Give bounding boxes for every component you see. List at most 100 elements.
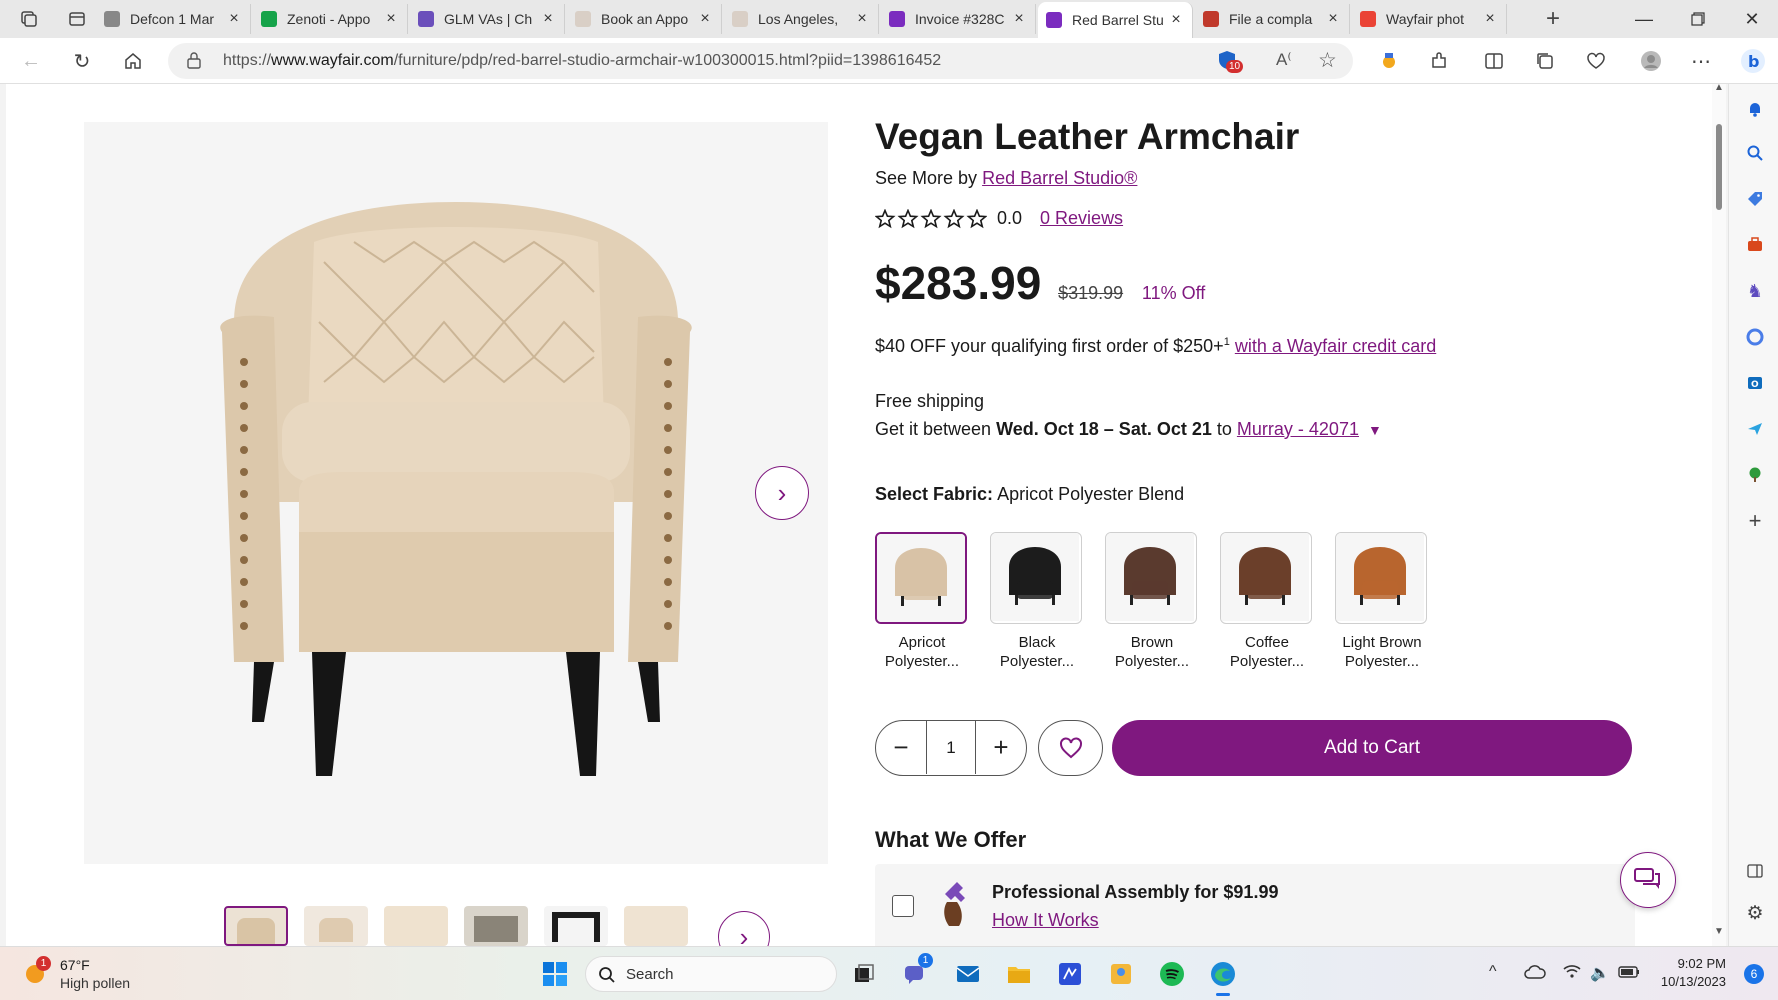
weather-widget[interactable]: 1 67°F High pollen xyxy=(22,955,142,995)
photos-app-icon[interactable] xyxy=(1106,959,1136,989)
fabric-swatch[interactable] xyxy=(1105,532,1197,624)
chevron-down-icon[interactable]: ▼ xyxy=(1368,422,1382,438)
task-view-icon[interactable] xyxy=(849,959,879,989)
credit-card-link[interactable]: with a Wayfair credit card xyxy=(1235,336,1436,356)
extensions-icon[interactable] xyxy=(1424,46,1454,76)
teams-chat-icon[interactable]: 1 xyxy=(900,953,933,989)
product-main-image[interactable] xyxy=(84,122,828,864)
hide-sidebar-icon[interactable] xyxy=(1744,860,1766,882)
how-it-works-link[interactable]: How It Works xyxy=(992,910,1099,931)
fabric-swatch[interactable] xyxy=(1335,532,1427,624)
extension-shield-icon[interactable]: 10 xyxy=(1216,49,1244,75)
thumbnail-6[interactable] xyxy=(624,906,688,946)
image-next-button[interactable]: › xyxy=(755,466,809,520)
volume-icon[interactable]: 🔈 xyxy=(1590,963,1610,983)
tab-close-icon[interactable]: × xyxy=(697,10,713,28)
close-window-button[interactable]: ✕ xyxy=(1732,6,1772,32)
assembly-checkbox[interactable] xyxy=(892,895,914,917)
more-options-icon[interactable]: ⋯ xyxy=(1686,46,1716,76)
tab-close-icon[interactable]: × xyxy=(226,10,242,28)
microsoft365-icon[interactable] xyxy=(1744,326,1766,348)
fabric-swatch[interactable] xyxy=(1220,532,1312,624)
tree-icon[interactable] xyxy=(1744,464,1766,486)
read-aloud-icon[interactable]: A⁽ xyxy=(1276,50,1292,70)
tab-actions-icon[interactable] xyxy=(62,4,92,34)
thumbnail-1[interactable] xyxy=(224,906,288,946)
edge-browser-icon[interactable] xyxy=(1208,959,1238,996)
browser-tab[interactable]: Zenoti - Appo × xyxy=(253,4,408,34)
sidebar-settings-gear-icon[interactable]: ⚙ xyxy=(1744,902,1766,924)
show-hidden-icons-chevron-icon[interactable]: ^ xyxy=(1489,963,1497,981)
tab-close-icon[interactable]: × xyxy=(1325,10,1341,28)
file-explorer-icon[interactable] xyxy=(1004,959,1034,989)
shopping-tag-icon[interactable] xyxy=(1744,188,1766,210)
lock-icon[interactable] xyxy=(186,51,202,74)
fabric-swatch[interactable] xyxy=(875,532,967,624)
restore-button[interactable] xyxy=(1678,6,1718,32)
collections-icon[interactable] xyxy=(1530,46,1560,76)
new-tab-button[interactable]: + xyxy=(1538,4,1568,34)
mail-icon[interactable] xyxy=(953,959,983,989)
browser-tab[interactable]: File a compla × xyxy=(1195,4,1350,34)
fabric-swatch[interactable] xyxy=(990,532,1082,624)
tools-briefcase-icon[interactable] xyxy=(1744,234,1766,256)
browser-tab[interactable]: GLM VAs | Ch × xyxy=(410,4,565,34)
thumbnail-4[interactable] xyxy=(464,906,528,946)
notifications-bell-icon[interactable] xyxy=(1744,98,1766,120)
games-chess-icon[interactable]: ♞ xyxy=(1744,280,1766,302)
quantity-value[interactable]: 1 xyxy=(926,721,976,774)
rewards-icon[interactable] xyxy=(1374,46,1404,76)
tab-close-icon[interactable]: × xyxy=(1482,10,1498,28)
browser-tab[interactable]: Invoice #328C × xyxy=(881,4,1036,34)
tab-close-icon[interactable]: × xyxy=(1011,10,1027,28)
browser-tab[interactable]: Wayfair phot × xyxy=(1352,4,1507,34)
tab-close-icon[interactable]: × xyxy=(540,10,556,28)
start-button[interactable] xyxy=(540,959,570,989)
add-to-cart-button[interactable]: Add to Cart xyxy=(1112,720,1632,776)
chat-support-button[interactable] xyxy=(1620,852,1676,908)
profile-avatar-icon[interactable] xyxy=(1636,46,1666,76)
thumbnails-next-button[interactable]: › xyxy=(718,911,770,946)
brand-link[interactable]: Red Barrel Studio® xyxy=(982,168,1137,188)
workspaces-icon[interactable] xyxy=(14,4,44,34)
onedrive-cloud-icon[interactable] xyxy=(1524,964,1546,985)
browser-tab[interactable]: Los Angeles, × xyxy=(724,4,879,34)
scroll-down-arrow-icon[interactable]: ▼ xyxy=(1714,926,1724,937)
back-icon[interactable]: ← xyxy=(16,46,46,76)
send-icon[interactable] xyxy=(1744,418,1766,440)
tab-close-icon[interactable]: × xyxy=(854,10,870,28)
url-text[interactable]: https://www.wayfair.com/furniture/pdp/re… xyxy=(223,52,941,70)
browser-tab[interactable]: Red Barrel Stu × xyxy=(1038,2,1193,38)
tab-close-icon[interactable]: × xyxy=(383,10,399,28)
notification-count-badge[interactable]: 6 xyxy=(1744,964,1764,984)
taskbar-search[interactable]: Search xyxy=(585,956,837,992)
refresh-icon[interactable]: ↻ xyxy=(67,46,97,76)
spotify-icon[interactable] xyxy=(1157,959,1187,989)
copilot-icon[interactable]: b xyxy=(1738,46,1768,76)
increase-quantity-button[interactable]: + xyxy=(976,721,1026,774)
clock[interactable]: 9:02 PM 10/13/2023 xyxy=(1646,955,1726,991)
thumbnail-3[interactable] xyxy=(384,906,448,946)
search-sidebar-icon[interactable] xyxy=(1744,142,1766,164)
thumbnail-5[interactable] xyxy=(544,906,608,946)
rating-stars[interactable] xyxy=(875,208,987,229)
home-icon[interactable] xyxy=(118,46,148,76)
battery-icon[interactable] xyxy=(1618,965,1640,983)
performance-icon[interactable] xyxy=(1581,46,1611,76)
address-bar[interactable]: https://www.wayfair.com/furniture/pdp/re… xyxy=(168,43,1353,79)
add-to-favorites-button[interactable] xyxy=(1038,720,1103,776)
split-screen-icon[interactable] xyxy=(1479,46,1509,76)
add-sidebar-app-icon[interactable]: + xyxy=(1744,508,1766,533)
scroll-thumb[interactable] xyxy=(1716,124,1722,210)
outlook-icon[interactable]: O xyxy=(1744,372,1766,394)
vscode-like-app-icon[interactable] xyxy=(1055,959,1085,989)
decrease-quantity-button[interactable]: − xyxy=(876,721,926,774)
minimize-button[interactable]: — xyxy=(1624,6,1664,32)
delivery-location-link[interactable]: Murray - 42071 xyxy=(1237,419,1359,439)
scroll-up-arrow-icon[interactable]: ▲ xyxy=(1714,82,1724,93)
page-scrollbar[interactable]: ▲ ▼ xyxy=(1712,82,1726,946)
reviews-link[interactable]: 0 Reviews xyxy=(1040,208,1123,229)
thumbnail-2[interactable] xyxy=(304,906,368,946)
browser-tab[interactable]: Book an Appo × xyxy=(567,4,722,34)
tab-close-icon[interactable]: × xyxy=(1168,11,1184,29)
